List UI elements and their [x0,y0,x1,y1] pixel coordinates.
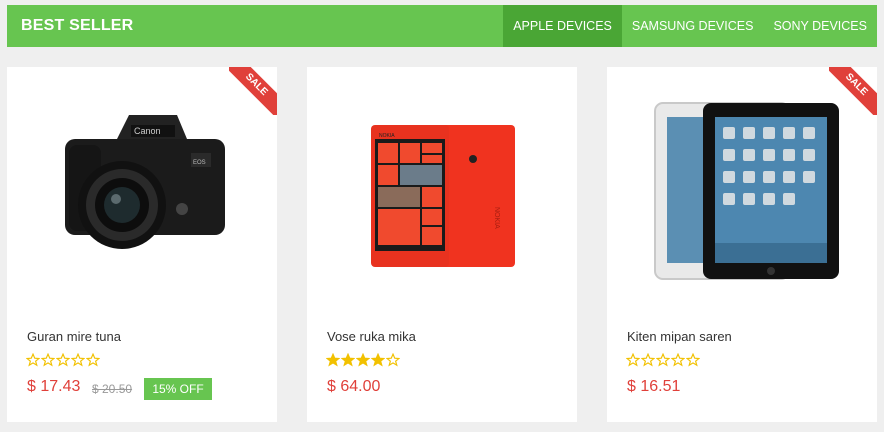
tab-sony-devices[interactable]: SONY DEVICES [763,5,877,47]
product-card[interactable]: NOKIA NOKIA Vose ruka mika $ 64.00 [307,67,577,422]
star-filled-icon [341,353,355,367]
best-seller-header: BEST SELLER APPLE DEVICES SAMSUNG DEVICE… [7,5,877,47]
svg-text:NOKIA: NOKIA [493,207,500,229]
discount-badge: 15% OFF [144,378,212,400]
old-price: $ 20.50 [92,382,133,396]
tab-apple-devices[interactable]: APPLE DEVICES [503,5,622,47]
product-card[interactable]: Canon EOS SALE Guran mire tuna $ 17.43 $… [7,67,277,422]
svg-text:EOS: EOS [193,160,206,166]
star-empty-icon [56,353,70,367]
star-filled-icon [356,353,370,367]
star-filled-icon [371,353,385,367]
star-empty-icon [71,353,85,367]
tab-samsung-devices[interactable]: SAMSUNG DEVICES [622,5,764,47]
product-price: $ 64.00 [327,378,381,395]
category-tabs: APPLE DEVICES SAMSUNG DEVICES SONY DEVIC… [503,5,877,47]
product-price: $ 16.51 [627,378,681,395]
svg-text:NOKIA: NOKIA [379,133,395,139]
star-empty-icon [41,353,55,367]
rating-stars [326,353,400,367]
star-empty-icon [656,353,670,367]
star-empty-icon [641,353,655,367]
product-name[interactable]: Kiten mipan saren [627,329,732,344]
star-empty-icon [86,353,100,367]
star-empty-icon [386,353,400,367]
star-empty-icon [671,353,685,367]
rating-stars [26,353,100,367]
star-empty-icon [26,353,40,367]
sale-ribbon: SALE [829,67,877,115]
star-empty-icon [686,353,700,367]
section-title: BEST SELLER [21,17,134,34]
red-smartphone-image[interactable]: NOKIA NOKIA [307,67,577,307]
product-name[interactable]: Guran mire tuna [27,329,121,344]
svg-text:Canon: Canon [134,126,161,136]
rating-stars [626,353,700,367]
product-card[interactable]: SALE Kiten mipan saren $ 16.51 [607,67,877,422]
star-empty-icon [626,353,640,367]
star-filled-icon [326,353,340,367]
product-price: $ 17.43 [27,378,81,395]
product-name[interactable]: Vose ruka mika [327,329,416,344]
sale-ribbon: SALE [229,67,277,115]
